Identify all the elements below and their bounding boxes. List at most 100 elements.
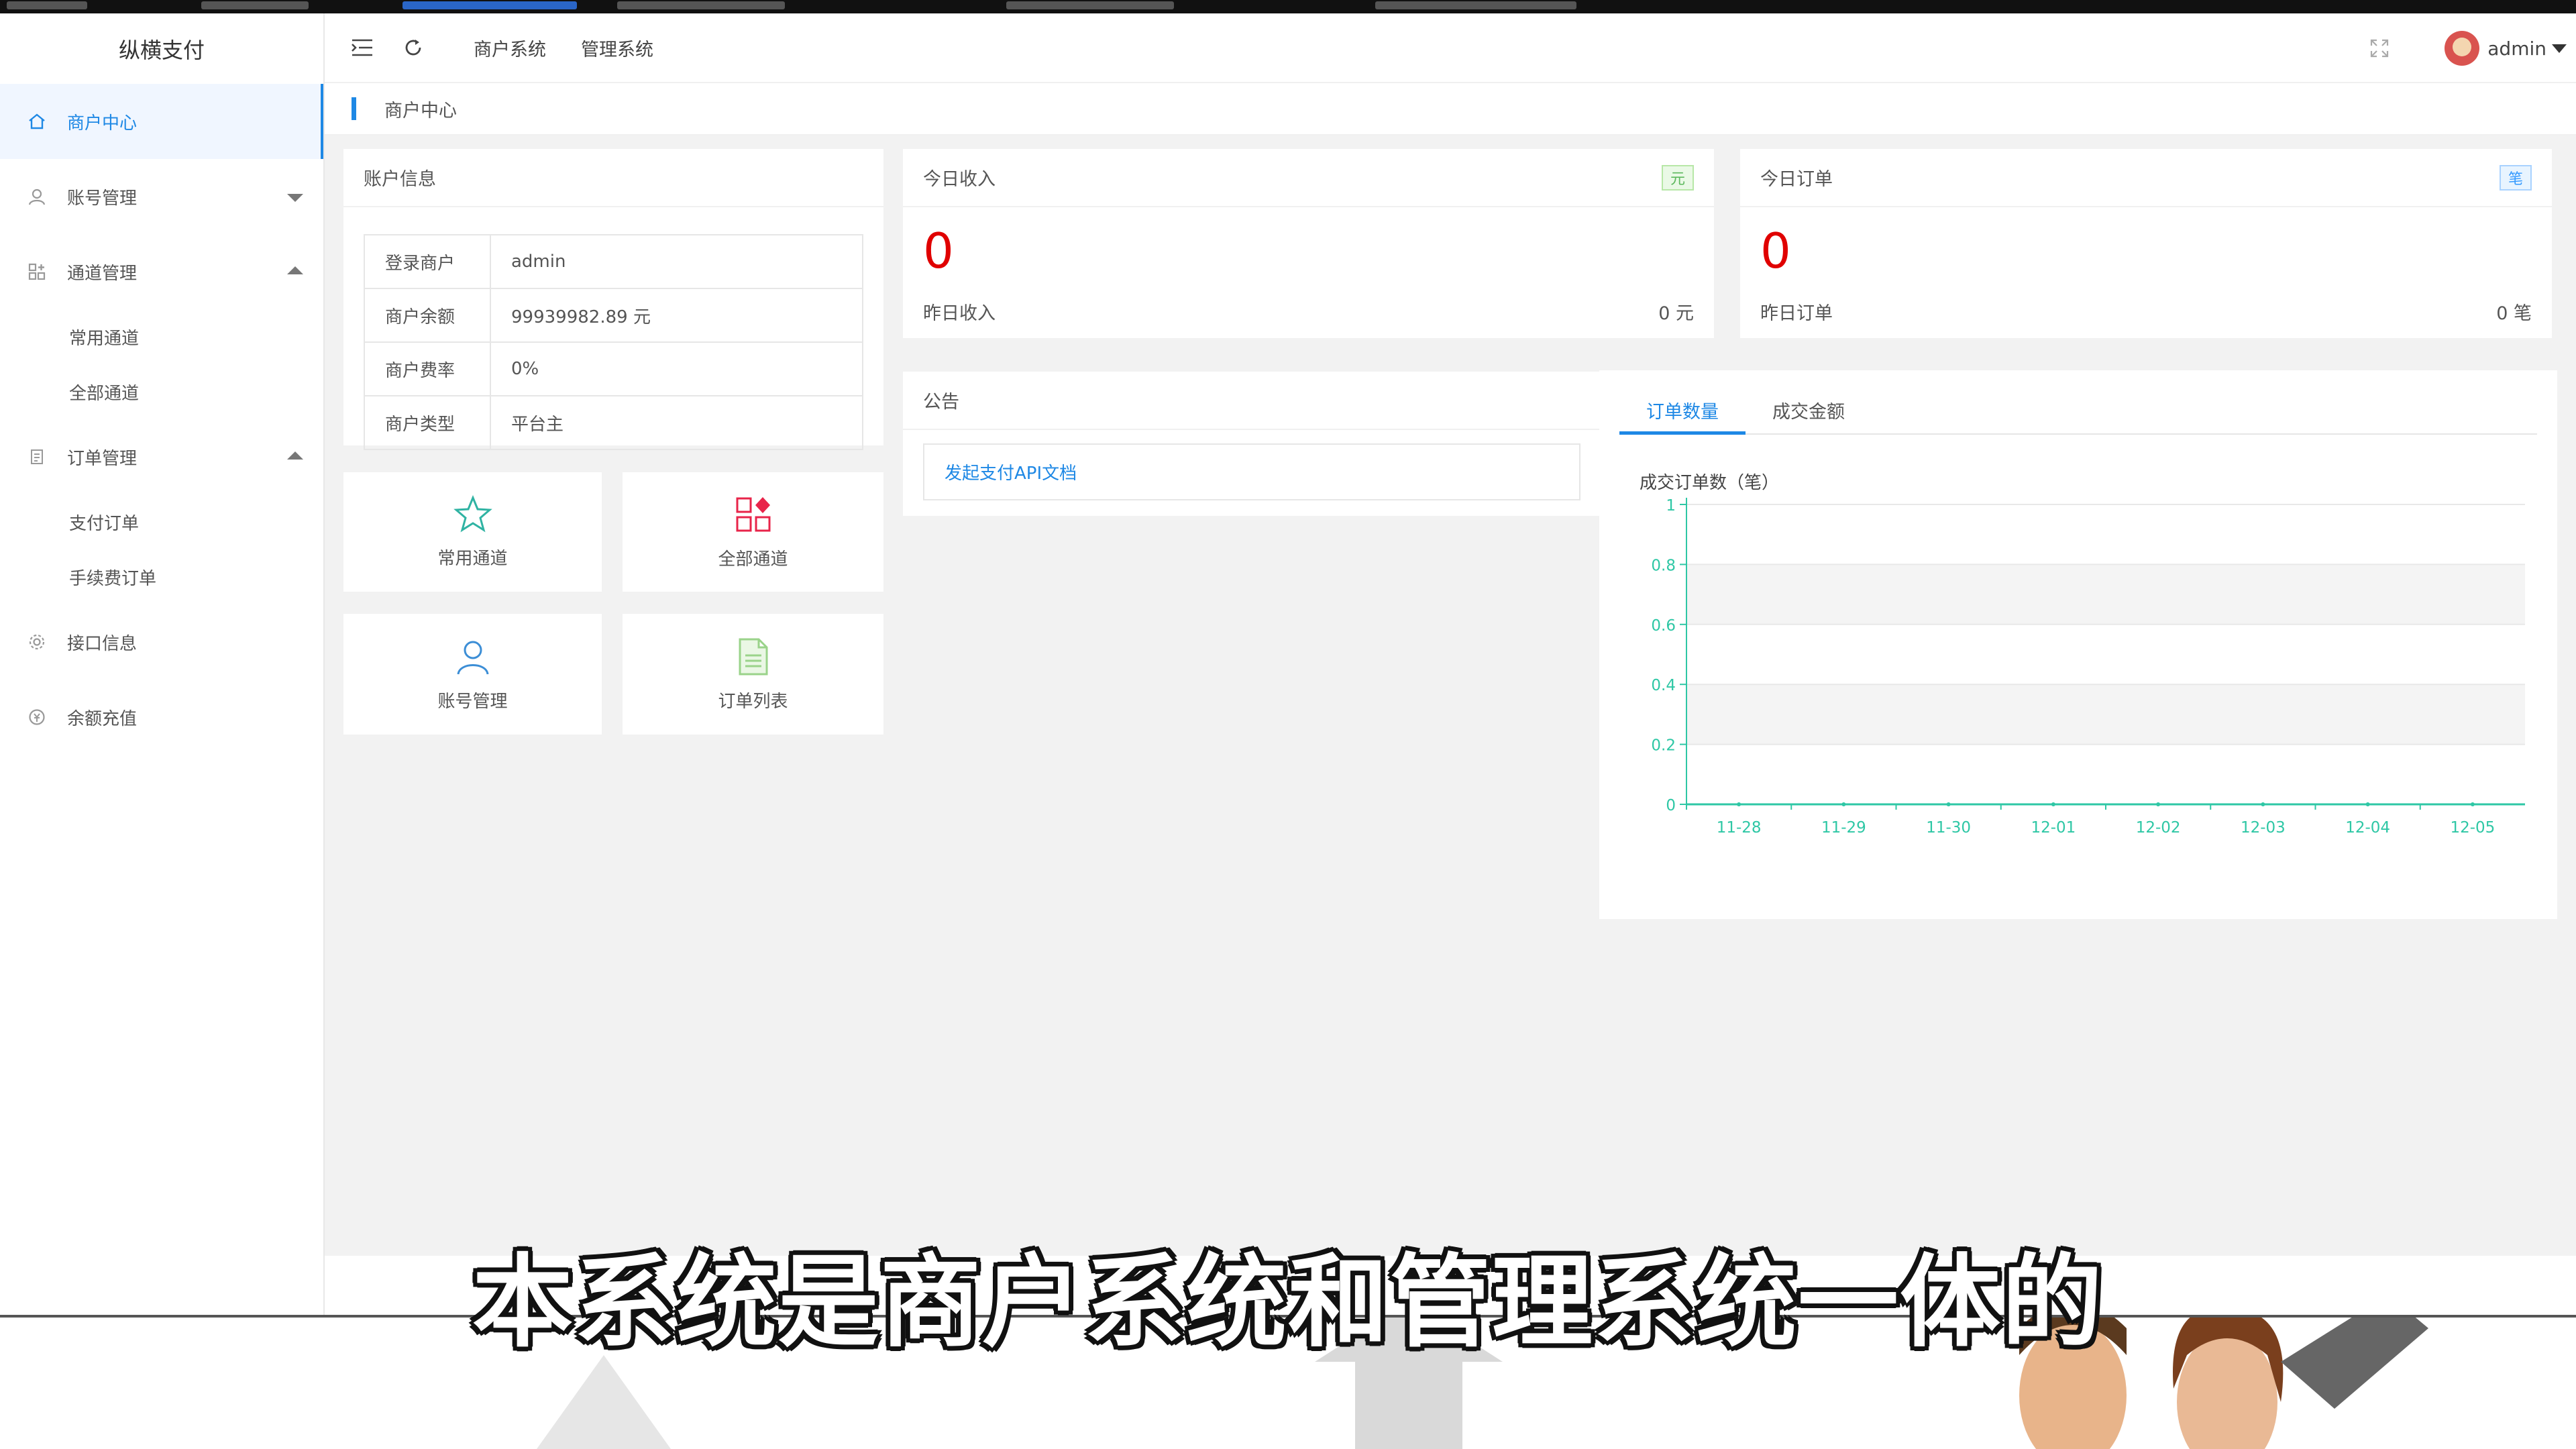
menu-toggle-icon[interactable]	[349, 34, 376, 61]
x-tick-label: 11-28	[1717, 819, 1762, 837]
tile-label: 常用通道	[437, 548, 508, 569]
breadcrumb-marker	[352, 97, 356, 120]
chevron-up-icon	[287, 266, 303, 274]
tile-label: 订单列表	[718, 691, 788, 712]
data-point	[2051, 802, 2055, 806]
sidebar-item-api-info[interactable]: 接口信息	[0, 604, 323, 680]
coin-icon	[27, 707, 47, 727]
x-tick-label: 12-02	[2136, 819, 2181, 837]
main-content: 账户信息 登录商户 admin 商户余额 99939982.89 元 商户费率 0% …	[325, 136, 2576, 1256]
refresh-icon[interactable]	[400, 34, 427, 61]
sidebar-subitem-fee-orders[interactable]: 手续费订单	[0, 549, 323, 604]
home-icon	[27, 111, 47, 131]
shortcut-order-list[interactable]: 订单列表	[623, 614, 883, 735]
browser-tab[interactable]	[617, 1, 785, 9]
nav-merchant-system[interactable]: 商户系统	[474, 35, 546, 61]
sidebar-subitem-payment-orders[interactable]: 支付订单	[0, 494, 323, 549]
sidebar-item-label: 通道管理	[67, 263, 138, 284]
table-value: 平台主	[490, 395, 863, 450]
today-income-card: 今日收入 元 0 昨日收入 0 元	[903, 149, 1714, 338]
table-value: 99939982.89 元	[490, 288, 863, 343]
x-tick-label: 12-01	[2031, 819, 2076, 837]
browser-tab-strip	[0, 0, 2576, 13]
shortcut-common-channel[interactable]: 常用通道	[343, 472, 602, 592]
shortcut-account-management[interactable]: 账号管理	[343, 614, 602, 735]
tile-label: 账号管理	[437, 691, 508, 712]
table-key: 商户费率	[364, 341, 491, 396]
data-point	[2470, 802, 2475, 806]
browser-tab[interactable]	[201, 1, 309, 9]
sidebar-item-balance-recharge[interactable]: 余额充值	[0, 680, 323, 755]
y-tick-label: 0.4	[1651, 677, 1676, 694]
account-info-table: 登录商户 admin 商户余额 99939982.89 元 商户费率 0% 商户类型平…	[364, 234, 863, 450]
card-title: 公告	[903, 372, 1601, 430]
account-info-card: 账户信息 登录商户 admin 商户余额 99939982.89 元 商户费率 0% …	[343, 149, 883, 450]
sidebar-item-merchant-center[interactable]: 商户中心	[0, 84, 323, 159]
chart-title: 成交订单数（笔）	[1640, 473, 1779, 493]
notice-card: 公告 发起支付API文档	[903, 372, 1601, 516]
api-docs-link[interactable]: 发起支付API文档	[923, 443, 1580, 500]
sidebar: 纵横支付 商户中心 账号管理 通道管理 常用通道 全部通道 订单管理 支付订单 …	[0, 13, 325, 1315]
chevron-down-icon[interactable]	[2552, 44, 2567, 53]
sidebar-item-label: 账号管理	[67, 188, 138, 209]
sidebar-item-channel-management[interactable]: 通道管理	[0, 234, 323, 309]
data-point	[2365, 802, 2370, 806]
sidebar-item-account-management[interactable]: 账号管理	[0, 159, 323, 234]
table-key: 登录商户	[364, 234, 491, 289]
table-key: 商户类型	[364, 395, 491, 450]
table-row: 商户费率 0%	[364, 341, 863, 396]
y-tick-label: 0	[1666, 797, 1676, 814]
sidebar-item-label: 余额充值	[67, 708, 138, 729]
table-key: 商户余额	[364, 288, 491, 343]
breadcrumb-current[interactable]: 商户中心	[384, 96, 457, 122]
sidebar-item-label: 商户中心	[67, 113, 138, 133]
username[interactable]: admin	[2487, 38, 2546, 60]
sidebar-item-order-management[interactable]: 订单管理	[0, 419, 323, 494]
app-logo[interactable]: 纵横支付	[0, 13, 323, 84]
card-title: 今日收入	[903, 149, 1714, 207]
y-tick-label: 0.6	[1651, 617, 1676, 635]
yesterday-orders-value: 0 笔	[2496, 303, 2532, 324]
browser-tab[interactable]	[1006, 1, 1174, 9]
x-tick-label: 11-30	[1926, 819, 1971, 837]
y-tick-label: 0.8	[1651, 557, 1676, 574]
avatar[interactable]	[2445, 31, 2480, 66]
unit-badge: 笔	[2500, 165, 2532, 191]
sidebar-item-label: 订单管理	[67, 448, 138, 469]
yesterday-orders-label: 昨日订单	[1760, 303, 1833, 324]
table-value: admin	[490, 234, 863, 289]
video-subtitle: 本系统是商户系统和管理系统一体的	[472, 1244, 2104, 1361]
browser-tab[interactable]	[7, 1, 87, 9]
table-row: 商户余额 99939982.89 元	[364, 288, 863, 343]
tile-label: 全部通道	[718, 549, 788, 570]
sidebar-item-label: 接口信息	[67, 633, 138, 654]
unit-badge: 元	[1662, 165, 1694, 191]
data-point	[2156, 802, 2161, 806]
x-tick-label: 12-04	[2345, 819, 2390, 837]
sidebar-subitem-common-channel[interactable]: 常用通道	[0, 309, 323, 364]
browser-tab[interactable]	[1375, 1, 1576, 9]
sidebar-subitem-all-channels[interactable]: 全部通道	[0, 364, 323, 419]
table-row: 登录商户 admin	[364, 234, 863, 289]
chevron-up-icon	[287, 451, 303, 460]
today-orders-card: 今日订单 笔 0 昨日订单 0 笔	[1740, 149, 2552, 338]
nav-admin-system[interactable]: 管理系统	[581, 35, 653, 61]
fullscreen-icon[interactable]	[2368, 37, 2391, 60]
browser-tab-active[interactable]	[402, 1, 577, 9]
x-tick-label: 11-29	[1821, 819, 1866, 837]
apps-grid-icon	[736, 496, 770, 531]
grid-band	[1686, 684, 2525, 745]
breadcrumb: 商户中心	[325, 83, 2576, 136]
table-value: 0%	[490, 341, 863, 396]
star-icon	[453, 494, 492, 532]
table-row: 商户类型 平台主	[364, 395, 863, 450]
yesterday-income-label: 昨日收入	[923, 303, 996, 324]
y-tick-label: 0.2	[1651, 737, 1676, 755]
chart-card: 订单数量 成交金额 成交订单数（笔） 0 0.2 0.4 0.6 0.8 1 11-28 11-…	[1599, 370, 2557, 919]
shortcut-all-channels[interactable]: 全部通道	[623, 472, 883, 592]
order-icon	[27, 447, 47, 467]
apps-icon	[27, 262, 47, 282]
data-point	[1946, 802, 1951, 806]
card-title: 账户信息	[343, 149, 883, 207]
user-icon	[27, 186, 47, 207]
